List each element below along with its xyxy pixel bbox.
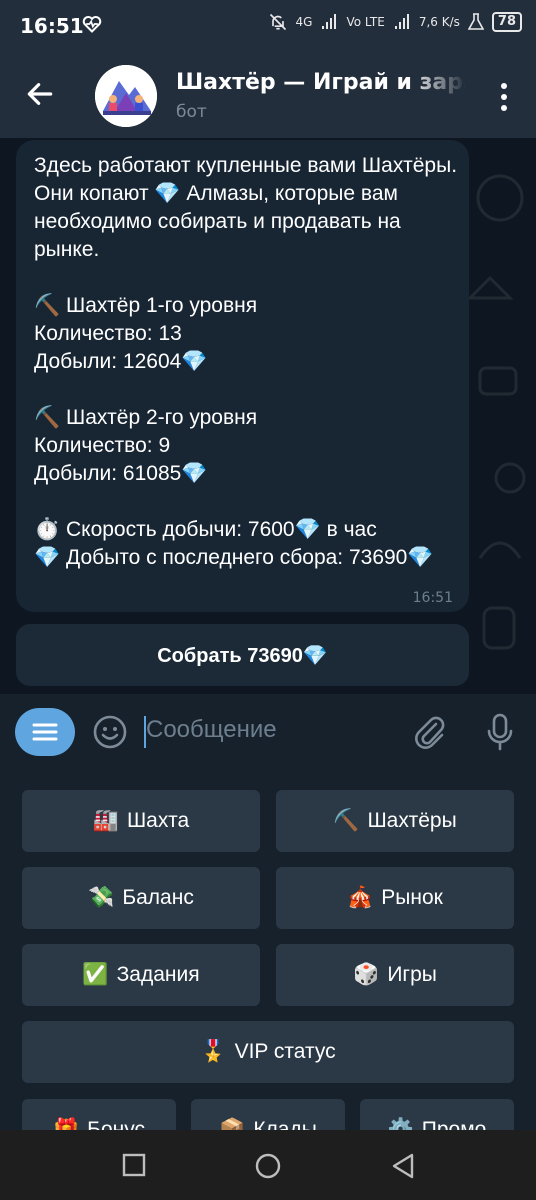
message-input-bar: Сообщение bbox=[0, 694, 536, 768]
keyboard-button-label: Шахтёры bbox=[367, 809, 457, 832]
network-type: 4G bbox=[295, 15, 313, 29]
more-vertical-icon[interactable] bbox=[500, 82, 508, 112]
paperclip-icon[interactable] bbox=[412, 714, 446, 750]
medal-icon: 🎖️ bbox=[200, 1040, 227, 1063]
gift-icon: 🎁 bbox=[53, 1118, 80, 1130]
keyboard-button-market[interactable]: 🎪 Рынок bbox=[276, 867, 514, 929]
keyboard-button-label: Промо bbox=[421, 1118, 487, 1130]
money-wings-icon: 💸 bbox=[88, 886, 115, 909]
pickaxe-icon: ⛏️ bbox=[333, 809, 360, 832]
chat-header: Шахтёр — Играй и зарабатывай бот bbox=[0, 56, 536, 138]
keyboard-button-vip[interactable]: 🎖️ VIP статус bbox=[22, 1021, 514, 1083]
dice-icon: 🎲 bbox=[353, 963, 380, 986]
back-triangle-icon[interactable] bbox=[390, 1152, 416, 1180]
bot-keyboard: 🏭 Шахта ⛏️ Шахтёры 💸 Баланс 🎪 Рынок ✅ Задания… bbox=[0, 768, 536, 1130]
keyboard-button-games[interactable]: 🎲 Игры bbox=[276, 944, 514, 1006]
check-mark-icon: ✅ bbox=[82, 963, 109, 986]
recent-apps-icon[interactable] bbox=[122, 1153, 146, 1177]
gear-icon: ⚙️ bbox=[387, 1118, 414, 1130]
keyboard-button-label: Игры bbox=[387, 963, 437, 986]
notifications-off-icon bbox=[269, 13, 286, 31]
message-time: 16:51 bbox=[412, 590, 453, 606]
keyboard-button-label: Клады bbox=[253, 1118, 317, 1130]
battery-level: 78 bbox=[491, 12, 522, 32]
bot-avatar[interactable] bbox=[95, 65, 157, 127]
volte-label: Vo LTE bbox=[346, 15, 385, 29]
hamburger-menu-icon bbox=[32, 723, 58, 741]
status-time: 16:51 bbox=[20, 14, 84, 38]
status-indicators: 4G Vo LTE 7,6 K/s 78 bbox=[268, 12, 522, 32]
chat-title[interactable]: Шахтёр — Играй и зарабатывай bbox=[176, 70, 466, 95]
factory-icon: 🏭 bbox=[92, 809, 119, 832]
back-arrow-icon[interactable] bbox=[24, 78, 56, 110]
keyboard-button-treasures[interactable]: 📦 Клады bbox=[191, 1099, 345, 1130]
bot-menu-button[interactable] bbox=[15, 708, 75, 756]
home-icon[interactable] bbox=[254, 1152, 282, 1180]
keyboard-button-label: Баланс bbox=[122, 886, 194, 909]
package-icon: 📦 bbox=[219, 1118, 246, 1130]
keyboard-button-label: Рынок bbox=[381, 886, 443, 909]
message-text: Здесь работают купленные вами Шахтёры. О… bbox=[34, 154, 458, 569]
signal-icon-2 bbox=[394, 14, 409, 29]
miners-avatar-image bbox=[95, 65, 157, 127]
message-input[interactable]: Сообщение bbox=[146, 716, 277, 744]
keyboard-button-label: Шахта bbox=[126, 809, 190, 832]
chat-subtitle: бот bbox=[176, 102, 207, 122]
keyboard-button-tasks[interactable]: ✅ Задания bbox=[22, 944, 260, 1006]
keyboard-button-label: VIP статус bbox=[234, 1040, 336, 1063]
keyboard-button-label: Бонус bbox=[87, 1118, 145, 1130]
keyboard-button-promo[interactable]: ⚙️ Промо bbox=[360, 1099, 514, 1130]
status-bar: 16:51 4G Vo LTE 7,6 K/s 78 bbox=[0, 0, 536, 56]
chat-area[interactable]: Здесь работают купленные вами Шахтёры. О… bbox=[0, 138, 536, 694]
network-speed: 7,6 K/s bbox=[418, 15, 460, 29]
lab-flask-icon bbox=[467, 13, 484, 30]
collect-button[interactable]: Собрать 73690💎 bbox=[16, 624, 469, 686]
microphone-icon[interactable] bbox=[484, 712, 516, 752]
heart-monitor-icon bbox=[82, 16, 102, 33]
system-navigation-bar bbox=[0, 1130, 536, 1200]
keyboard-button-balance[interactable]: 💸 Баланс bbox=[22, 867, 260, 929]
signal-icon bbox=[322, 14, 337, 29]
circus-tent-icon: 🎪 bbox=[347, 886, 374, 909]
keyboard-button-label: Задания bbox=[116, 963, 200, 986]
keyboard-button-bonus[interactable]: 🎁 Бонус bbox=[22, 1099, 176, 1130]
keyboard-button-miners[interactable]: ⛏️ Шахтёры bbox=[276, 790, 514, 852]
emoji-icon[interactable] bbox=[92, 714, 128, 750]
message-bubble[interactable]: Здесь работают купленные вами Шахтёры. О… bbox=[16, 140, 469, 612]
keyboard-button-mine[interactable]: 🏭 Шахта bbox=[22, 790, 260, 852]
